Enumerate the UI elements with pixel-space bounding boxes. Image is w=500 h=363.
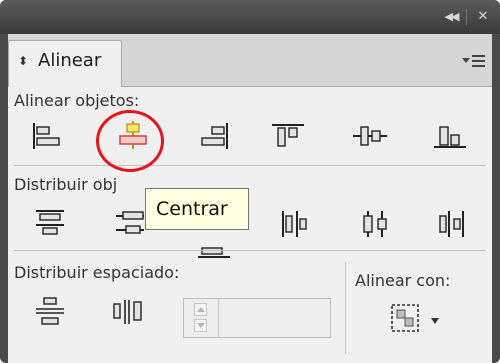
chevron-down-icon[interactable] bbox=[431, 318, 439, 324]
align-right-edge-icon[interactable] bbox=[194, 122, 230, 150]
align-vertical-center-icon[interactable] bbox=[352, 122, 388, 150]
align-to-title: Alinear con: bbox=[355, 271, 451, 290]
stepper-down-icon[interactable] bbox=[194, 319, 207, 332]
distribute-horizontal-space-icon[interactable] bbox=[112, 298, 146, 326]
distribute-right-edge-icon[interactable] bbox=[436, 209, 466, 239]
tab-label: Alinear bbox=[38, 50, 102, 71]
distribute-spacing-title: Distribuir espaciado: bbox=[14, 263, 180, 282]
panel-tab-row: ⬍ Alinear bbox=[8, 34, 492, 87]
close-icon[interactable]: ✕ bbox=[472, 8, 494, 26]
double-chevron-left-icon[interactable]: ◀◀ bbox=[440, 8, 462, 26]
panel-title-bar[interactable]: ◀◀ ✕ bbox=[0, 0, 500, 34]
align-panel: ◀◀ ✕ ⬍ Alinear Alinear objetos: Distribu… bbox=[0, 0, 500, 363]
spacing-stepper[interactable] bbox=[183, 298, 331, 338]
align-bottom-edge-icon[interactable] bbox=[432, 122, 468, 150]
align-objects-title: Alinear objetos: bbox=[14, 91, 140, 110]
section-divider bbox=[14, 165, 486, 166]
stepper-buttons bbox=[184, 299, 219, 337]
distribute-horizontal-center-icon[interactable] bbox=[360, 209, 390, 239]
panel-content: ⬍ Alinear Alinear objetos: Distribuir ob… bbox=[8, 34, 492, 363]
align-left-edge-icon[interactable] bbox=[32, 122, 68, 150]
distribute-bottom-edge-icon[interactable] bbox=[194, 246, 234, 266]
tab-alinear[interactable]: ⬍ Alinear bbox=[8, 40, 122, 87]
distribute-left-edge-icon[interactable] bbox=[280, 209, 310, 239]
align-top-edge-icon[interactable] bbox=[270, 122, 306, 150]
highlight-circle bbox=[96, 110, 164, 172]
distribute-top-edge-icon[interactable] bbox=[34, 208, 66, 238]
title-bar-separator bbox=[466, 9, 467, 25]
panel-menu-icon[interactable] bbox=[462, 51, 486, 71]
vertical-divider bbox=[345, 262, 346, 354]
tooltip: Centrar bbox=[145, 188, 249, 230]
updown-arrows-icon: ⬍ bbox=[18, 54, 29, 68]
section-divider bbox=[14, 250, 486, 251]
distribute-vertical-space-icon[interactable] bbox=[34, 296, 66, 330]
stepper-up-icon[interactable] bbox=[194, 303, 207, 316]
align-to-selection-icon[interactable] bbox=[389, 302, 421, 334]
distribute-objects-title: Distribuir obj bbox=[14, 175, 118, 194]
